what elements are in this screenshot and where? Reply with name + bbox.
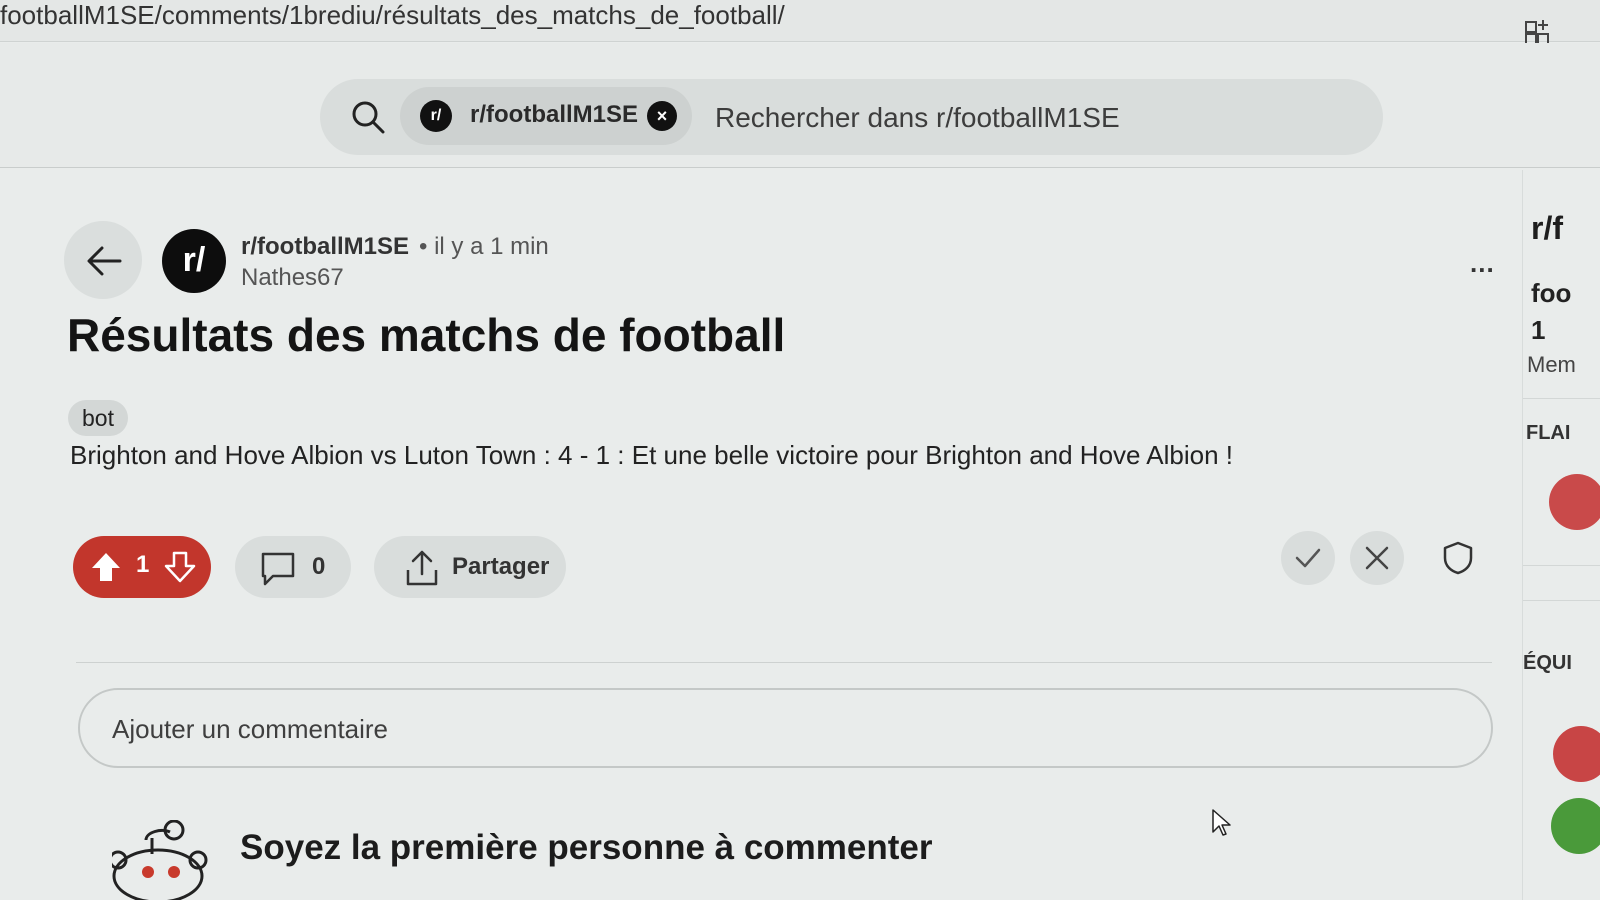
sidebar-divider [1523,565,1600,566]
vote-control: 1 [73,536,211,598]
search-icon[interactable] [350,99,386,135]
community-sidebar: r/f foo 1 Mem FLAI ÉQUI [1522,170,1600,900]
community-chip-label: r/footballM1SE [470,101,639,128]
url-text[interactable]: footballM1SE/comments/1brediu/résultats_… [0,0,785,30]
author-link[interactable]: Nathes67 [241,264,344,292]
vote-count: 1 [136,551,150,578]
sidebar-team-heading: ÉQUI [1523,652,1572,674]
sidebar-flair-heading: FLAI [1526,422,1571,444]
close-x-icon [1365,546,1389,570]
sidebar-flair-avatar[interactable] [1549,474,1600,530]
community-chip[interactable]: r/ r/footballM1SE × [400,87,692,145]
post-title: Résultats des matchs de football [67,309,786,361]
subreddit-avatar[interactable]: r/ [162,229,226,293]
comment-count: 0 [312,553,326,580]
share-button[interactable]: Partager [374,536,566,598]
post-flair[interactable]: bot [68,400,128,436]
search-bar[interactable]: r/ r/footballM1SE × Rechercher dans r/fo… [320,79,1383,155]
comment-placeholder: Ajouter un commentaire [112,714,389,744]
empty-comments-message: Soyez la première personne à commenter [240,828,933,867]
shield-icon[interactable] [1440,540,1476,576]
browser-url-bar[interactable]: footballM1SE/comments/1brediu/résultats_… [0,0,1600,45]
sidebar-divider [1523,600,1600,601]
post-timestamp: • il y a 1 min [419,233,549,260]
sidebar-member-count: 1 [1531,315,1546,345]
share-icon [406,550,438,586]
sidebar-title[interactable]: r/f [1531,210,1563,247]
comments-button[interactable]: 0 [235,536,351,598]
checkmark-icon [1295,548,1321,568]
remove-button[interactable] [1350,531,1404,585]
post-body: Brighton and Hove Albion vs Luton Town :… [70,440,1234,470]
community-avatar: r/ [420,100,452,132]
downvote-icon[interactable] [163,550,197,584]
sidebar-team-avatar[interactable] [1553,726,1600,782]
arrow-left-icon [87,246,122,276]
snoo-mascot-icon [112,820,208,900]
upvote-icon[interactable] [89,550,123,584]
share-label: Partager [452,553,550,580]
approve-button[interactable] [1281,531,1335,585]
grid-plus-icon[interactable] [1524,18,1552,46]
subreddit-link[interactable]: r/footballM1SE [241,233,409,261]
site-header: r/ r/footballM1SE × Rechercher dans r/fo… [0,43,1600,168]
mouse-cursor-icon [1212,809,1231,836]
close-icon[interactable]: × [647,101,677,131]
search-input[interactable]: Rechercher dans r/footballM1SE [715,102,1120,134]
sidebar-divider [1523,398,1600,399]
back-button[interactable] [64,221,142,299]
divider [76,662,1492,663]
comment-input[interactable]: Ajouter un commentaire [78,688,1493,768]
sidebar-community-name: foo [1531,278,1572,308]
sidebar-members-label: Mem [1527,352,1576,377]
more-options-button[interactable]: ... [1470,248,1495,279]
sidebar-team-avatar[interactable] [1551,798,1600,854]
comment-icon [261,552,295,586]
